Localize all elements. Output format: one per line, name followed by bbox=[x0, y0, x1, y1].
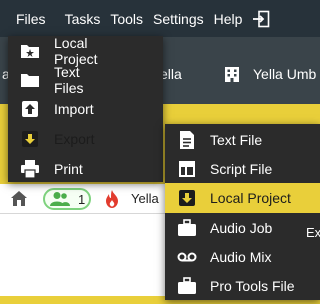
submenu-item-audio-job[interactable]: Audio Job bbox=[165, 213, 320, 242]
menu-settings[interactable]: Settings bbox=[148, 0, 209, 37]
header-left-text: ella bbox=[160, 66, 182, 82]
menu-help[interactable]: Help bbox=[209, 0, 248, 37]
fire-icon bbox=[104, 190, 120, 213]
home-icon[interactable] bbox=[10, 190, 28, 212]
submenu-item-label: Pro Tools File bbox=[210, 277, 295, 294]
users-icon bbox=[50, 191, 70, 207]
project-folder-icon bbox=[20, 41, 40, 61]
menu-item-label: Export bbox=[54, 131, 95, 147]
menu-files[interactable]: Files bbox=[0, 0, 60, 37]
submenu-item-label: Audio Mix bbox=[210, 248, 272, 265]
briefcase-icon bbox=[177, 276, 197, 296]
submenu-item-text-file[interactable]: Text File bbox=[165, 125, 320, 154]
menu-item-label: Local Project bbox=[54, 34, 98, 67]
building-icon bbox=[223, 65, 241, 88]
audio-mix-icon bbox=[177, 247, 197, 267]
menu-item-label: Import bbox=[54, 100, 94, 117]
submenu-item-script-file[interactable]: Script File bbox=[165, 154, 320, 183]
menu-item-label: Text Files bbox=[54, 63, 84, 96]
text-file-icon bbox=[177, 130, 197, 150]
files-menu: Local Project Text Files Import Export P… bbox=[8, 34, 163, 182]
printer-icon bbox=[20, 159, 40, 179]
submenu-item-pro-tools-file[interactable]: Pro Tools File bbox=[165, 271, 320, 300]
users-badge[interactable]: 1 bbox=[43, 188, 91, 210]
tooltip: Ex bbox=[300, 221, 320, 243]
submenu-item-label: Audio Job bbox=[210, 219, 273, 236]
local-project-icon bbox=[177, 188, 197, 208]
submenu-item-label: Local Project bbox=[210, 190, 291, 206]
menu-tools[interactable]: Tools bbox=[105, 0, 148, 37]
export-icon bbox=[20, 129, 40, 149]
menu-bar: Files Tasks Tools Settings Help bbox=[0, 0, 320, 37]
briefcase-icon bbox=[177, 218, 197, 238]
folder-icon bbox=[20, 70, 40, 90]
submenu-item-label: Script File bbox=[210, 160, 273, 177]
menu-tasks[interactable]: Tasks bbox=[60, 0, 106, 37]
header-right-text: Yella Umb bbox=[253, 66, 317, 82]
script-file-icon bbox=[177, 159, 197, 179]
submenu-item-label: Text File bbox=[210, 131, 263, 148]
import-icon bbox=[20, 99, 40, 119]
user-name-label: Yella bbox=[131, 191, 159, 206]
menu-item-label: Print bbox=[54, 160, 83, 177]
submenu-item-local-project[interactable]: Local Project bbox=[165, 183, 320, 213]
exit-icon[interactable] bbox=[252, 10, 270, 28]
export-submenu: Text File Script File Local Project Audi… bbox=[165, 124, 320, 300]
submenu-item-audio-mix[interactable]: Audio Mix bbox=[165, 242, 320, 271]
users-count: 1 bbox=[78, 191, 86, 207]
